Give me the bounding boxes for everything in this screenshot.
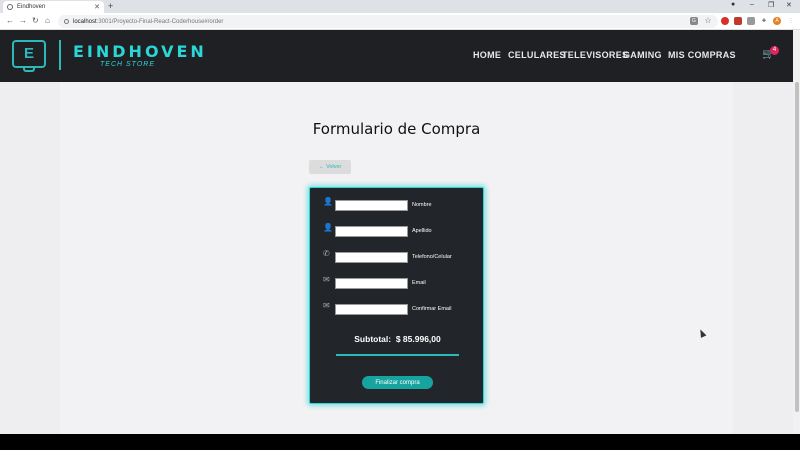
subtotal-value: $ 85.996,00 [395, 334, 441, 344]
subtotal: Subtotal: $ 85.996,00 [310, 334, 485, 344]
telefono-label: Telefono/Celular [412, 254, 452, 260]
order-form: 👤 Nombre 👤 Apellido ✆ Telefono/Celular ✉… [309, 187, 484, 404]
extension-icon[interactable] [721, 17, 729, 25]
page-title: Formulario de Compra [312, 120, 481, 138]
browser-window: Eindhoven ✕ + ● – ❐ ✕ ← → ↻ ⌂ localhost:… [0, 0, 800, 434]
nombre-label: Nombre [412, 202, 432, 208]
nav-televisores[interactable]: TELEVISORES [562, 50, 628, 60]
close-window-icon[interactable]: ✕ [786, 1, 792, 9]
back-button[interactable]: ← Volver [309, 160, 351, 174]
puzzle-icon[interactable]: ✚ [760, 17, 768, 25]
new-tab-icon[interactable]: + [108, 1, 113, 11]
brand-name[interactable]: EINDHOVEN [73, 42, 207, 61]
mail-icon: ✉ [323, 275, 330, 284]
apellido-input[interactable] [335, 226, 408, 237]
email-label: Email [412, 280, 426, 286]
subtotal-label: Subtotal: [354, 334, 392, 344]
reload-icon[interactable]: ↻ [32, 16, 39, 25]
brand-tagline: TECH STORE [100, 61, 155, 68]
translate-icon[interactable]: G [690, 17, 698, 25]
form-row-telefono: ✆ Telefono/Celular [310, 249, 485, 264]
back-button-label: Volver [326, 164, 342, 170]
nav-gaming[interactable]: GAMING [623, 50, 662, 60]
nav-celulares[interactable]: CELULARES [508, 50, 566, 60]
scrollbar-thumb[interactable] [795, 82, 799, 412]
logo-divider [59, 40, 61, 70]
form-row-nombre: 👤 Nombre [310, 197, 485, 212]
tab-strip: Eindhoven ✕ + ● – ❐ ✕ [0, 0, 800, 13]
star-icon[interactable]: ☆ [704, 17, 712, 25]
arrow-left-icon: ← [318, 164, 325, 170]
browser-toolbar: ← → ↻ ⌂ localhost:3001/Proyecto-Final-Re… [0, 13, 800, 30]
mail-icon: ✉ [323, 301, 330, 310]
user-icon: 👤 [323, 223, 333, 232]
logo-tail [23, 66, 35, 72]
menu-dots-icon[interactable]: ⋮ [787, 17, 795, 25]
apellido-label: Apellido [412, 228, 432, 234]
form-row-email: ✉ Email [310, 275, 485, 290]
record-icon: ● [731, 1, 736, 8]
restore-icon[interactable]: ❐ [768, 1, 774, 9]
tab-title: Eindhoven [17, 4, 46, 10]
finalizar-compra-button[interactable]: Finalizar compra [362, 376, 433, 389]
cart-count-badge: 4 [770, 46, 779, 55]
telefono-input[interactable] [335, 252, 408, 263]
user-icon: 👤 [323, 197, 333, 206]
browser-tab[interactable]: Eindhoven ✕ [3, 1, 104, 13]
back-arrow-icon[interactable]: ← [6, 16, 14, 25]
form-row-apellido: 👤 Apellido [310, 223, 485, 238]
nombre-input[interactable] [335, 200, 408, 211]
address-bar[interactable]: localhost:3001/Proyecto-Final-React-Code… [58, 15, 718, 28]
confirm-email-label: Confirmar Email [412, 306, 452, 312]
confirm-email-input[interactable] [335, 304, 408, 315]
url-host: localhost [73, 18, 97, 25]
nav-home[interactable]: HOME [473, 50, 501, 60]
phone-icon: ✆ [323, 249, 330, 258]
nav-mis-compras[interactable]: MIS COMPRAS [668, 50, 736, 60]
close-tab-icon[interactable]: ✕ [94, 3, 100, 11]
email-input[interactable] [335, 278, 408, 289]
logo-icon[interactable]: E [12, 40, 46, 68]
profile-avatar[interactable]: A [773, 17, 781, 25]
form-row-confirm-email: ✉ Confirmar Email [310, 301, 485, 316]
subtotal-divider [336, 354, 459, 356]
minimize-icon[interactable]: – [750, 1, 754, 8]
info-icon [64, 19, 69, 24]
forward-arrow-icon[interactable]: → [19, 16, 27, 25]
extension-icon[interactable] [747, 17, 755, 25]
url-path: :3001/Proyecto-Final-React-Coderhouse#/o… [96, 18, 224, 25]
home-icon[interactable]: ⌂ [45, 16, 50, 25]
extension-icon[interactable] [734, 17, 742, 25]
globe-icon [7, 4, 13, 10]
